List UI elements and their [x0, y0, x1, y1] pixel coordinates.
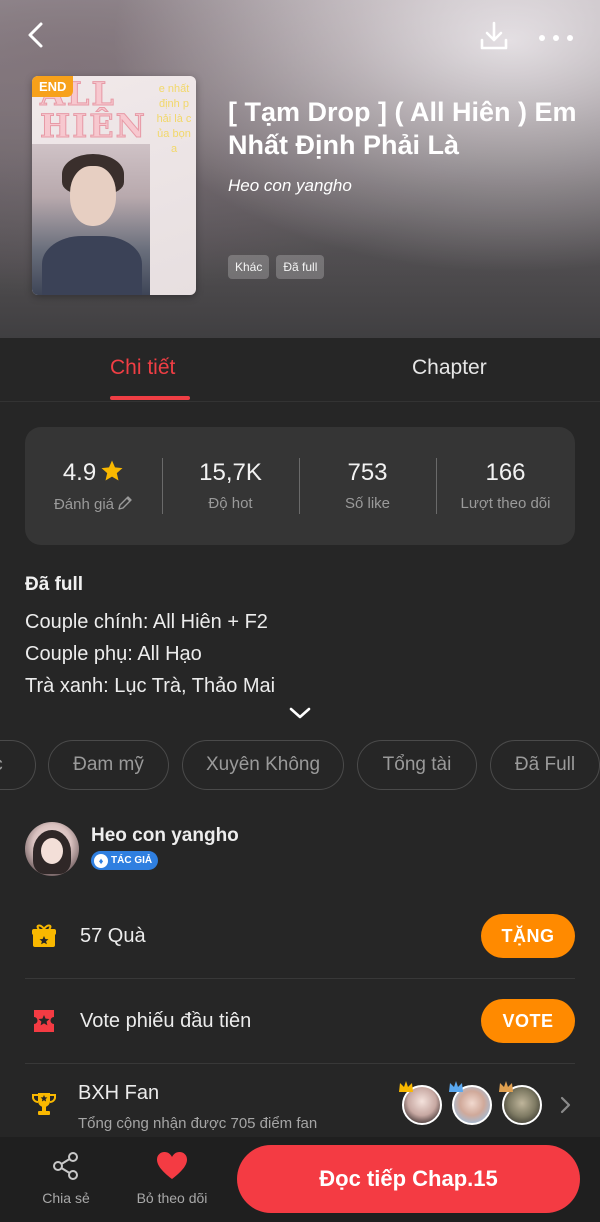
download-button[interactable]	[478, 20, 510, 52]
cover-photo	[32, 144, 150, 295]
continue-reading-button[interactable]: Đọc tiếp Chap.15	[237, 1145, 580, 1213]
chevron-right-icon[interactable]	[558, 1096, 572, 1114]
trophy-icon	[32, 1093, 56, 1115]
genre-chip[interactable]: Đam mỹ	[48, 740, 169, 790]
description-line: Trà xanh: Lục Trà, Thảo Mai	[25, 675, 276, 697]
more-options-button[interactable]	[536, 22, 576, 52]
cover-side-text: e nhất định phải là của bọn a	[156, 83, 192, 155]
author-badge: ♦ TÁC GIẢ	[91, 851, 159, 870]
crown-blue-icon	[449, 1081, 463, 1092]
stats-card: 4.9 Đánh giá 15,7K Độ hot 753 Số like 16…	[25, 427, 575, 545]
story-author[interactable]: Heo con yangho	[228, 176, 352, 196]
heart-icon	[157, 1152, 187, 1179]
author-badge-icon: ♦	[94, 853, 108, 868]
description-heading: Đã full	[25, 574, 84, 595]
download-icon	[480, 21, 508, 50]
story-title: [ Tạm Drop ] ( All Hiên ) Em Nhất Định P…	[228, 97, 577, 160]
followers-label: Lượt theo dõi	[460, 495, 551, 512]
bottom-action-bar: Chia sẻ Bỏ theo dõi Đọc tiếp Chap.15	[0, 1137, 600, 1222]
author-badge-label: TÁC GIẢ	[111, 855, 153, 866]
end-badge: END	[32, 76, 74, 97]
genre-chip[interactable]: c	[0, 740, 36, 790]
expand-description-button[interactable]	[288, 704, 312, 722]
rating-value: 4.9	[62, 459, 97, 486]
stat-hot: 15,7K Độ hot	[162, 427, 299, 545]
hot-value: 15,7K	[199, 459, 262, 486]
hot-label: Độ hot	[208, 495, 253, 512]
stat-likes: 753 Số like	[299, 427, 436, 545]
likes-value: 753	[347, 459, 388, 486]
story-tags: Khác Đã full	[228, 255, 325, 279]
tag-khac[interactable]: Khác	[228, 255, 270, 279]
stat-rating[interactable]: 4.9 Đánh giá	[25, 427, 162, 545]
star-icon	[101, 460, 123, 481]
story-cover[interactable]: ALL HIÊN e nhất định phải là của bọn a E…	[32, 76, 196, 295]
genre-list: c Đam mỹ Xuyên Không Tổng tài Đã Full	[0, 740, 600, 790]
likes-label: Số like	[344, 495, 391, 512]
share-icon	[53, 1152, 78, 1180]
fan-rank-title[interactable]: BXH Fan	[78, 1082, 159, 1105]
tab-chapter[interactable]: Chapter	[412, 356, 487, 380]
description-line: Couple chính: All Hiên + F2	[25, 611, 268, 633]
gifts-count: 57 Quà	[80, 925, 146, 947]
description-line: Couple phụ: All Hạo	[25, 643, 202, 665]
unfollow-label: Bỏ theo dõi	[136, 1190, 208, 1206]
crown-gold-icon	[399, 1081, 413, 1092]
gift-button[interactable]: TẶNG	[481, 914, 575, 958]
tab-details[interactable]: Chi tiết	[110, 356, 175, 380]
share-button[interactable]: Chia sẻ	[36, 1151, 96, 1206]
tag-da-full[interactable]: Đã full	[276, 255, 325, 279]
back-arrow-icon	[28, 22, 43, 48]
stat-followers: 166 Lượt theo dõi	[436, 427, 575, 545]
vote-label: Vote phiếu đầu tiên	[80, 1010, 252, 1032]
tab-bar: Chi tiết Chapter	[0, 338, 600, 402]
more-dots-icon	[539, 35, 573, 41]
divider	[25, 1063, 575, 1064]
gift-icon	[32, 924, 56, 947]
crown-bronze-icon	[499, 1081, 513, 1092]
active-tab-indicator	[110, 396, 190, 400]
followers-value: 166	[485, 459, 526, 486]
chevron-down-icon	[289, 707, 311, 719]
rating-label: Đánh giá	[53, 496, 115, 513]
vote-button[interactable]: VOTE	[481, 999, 575, 1043]
author-name[interactable]: Heo con yangho	[91, 825, 239, 847]
fan-rank-subtitle: Tổng cộng nhận được 705 điểm fan	[78, 1115, 318, 1132]
back-button[interactable]	[22, 20, 52, 50]
author-avatar[interactable]	[25, 822, 79, 876]
story-description: Đã full Couple chính: All Hiên + F2 Coup…	[25, 574, 575, 702]
vote-ticket-icon	[34, 1010, 54, 1032]
divider	[25, 978, 575, 979]
genre-chip[interactable]: Tổng tài	[357, 740, 477, 790]
genre-chip[interactable]: Xuyên Không	[182, 740, 344, 790]
unfollow-button[interactable]: Bỏ theo dõi	[128, 1151, 216, 1206]
share-label: Chia sẻ	[42, 1190, 90, 1206]
pencil-icon	[118, 496, 132, 510]
genre-chip[interactable]: Đã Full	[490, 740, 600, 790]
